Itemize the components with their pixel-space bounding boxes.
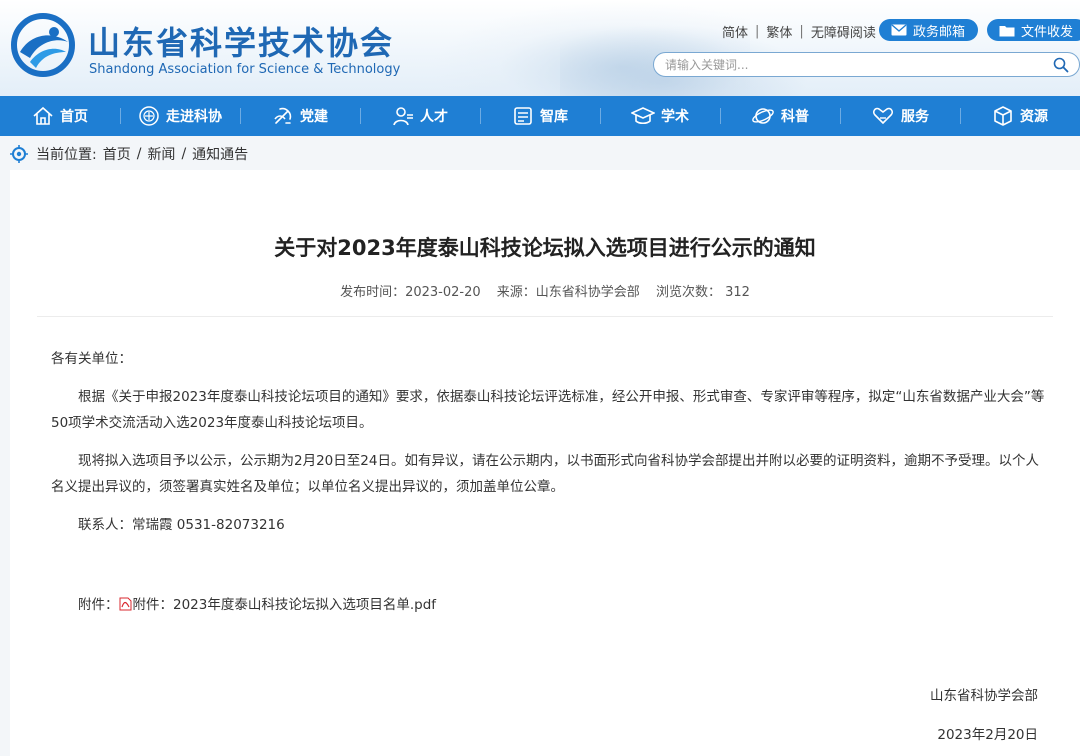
breadcrumb-home[interactable]: 首页 <box>103 144 131 164</box>
article-title: 关于对2023年度泰山科技论坛拟入选项目进行公示的通知 <box>274 236 816 260</box>
breadcrumb-notices[interactable]: 通知通告 <box>192 144 248 164</box>
main-nav: 首页 走进科协 党建 人才 智库 学术 科普 服务 资源 <box>0 96 1080 136</box>
breadcrumb-news[interactable]: 新闻 <box>147 144 175 164</box>
top-links: 简体 | 繁体 | 无障碍阅读 <box>722 22 876 41</box>
attachment-link[interactable]: 附件：2023年度泰山科技论坛拟入选项目名单.pdf <box>133 597 437 613</box>
paragraph: 根据《关于申报2023年度泰山科技论坛项目的通知》要求，依据泰山科技论坛评选标准… <box>51 389 1045 431</box>
nav-label: 学术 <box>661 109 689 125</box>
nav-item-services[interactable]: 服务 <box>840 96 960 136</box>
breadcrumb-separator: / <box>136 146 142 162</box>
nav-label: 科普 <box>781 109 809 125</box>
site-title[interactable]: 山东省科学技术协会 <box>88 18 394 64</box>
cube-icon <box>994 106 1012 126</box>
contact-line: 联系人：常瑞霞 0531-82073216 <box>78 517 285 533</box>
library-icon <box>514 107 532 125</box>
search-icon[interactable] <box>1053 57 1069 73</box>
article-meta: 发布时间：2023-02-20 来源：山东省科协学会部 浏览次数： 312 <box>10 281 1080 300</box>
breadcrumb-prefix: 当前位置: <box>36 147 97 163</box>
gov-mail-button[interactable]: 政务邮箱 <box>879 19 978 41</box>
view-count: 浏览次数： 312 <box>655 285 750 300</box>
search-input[interactable] <box>665 57 1025 72</box>
attachment-line: 附件： 附件：2023年度泰山科技论坛拟入选项目名单.pdf <box>51 592 1051 618</box>
site-subtitle: Shandong Association for Science & Techn… <box>89 62 401 77</box>
site-header: 山东省科学技术协会 Shandong Association for Scien… <box>0 0 1080 96</box>
nav-label: 首页 <box>60 109 88 125</box>
meta-divider <box>37 316 1053 317</box>
nav-item-about[interactable]: 走进科协 <box>120 96 240 136</box>
location-target-icon <box>10 145 28 163</box>
publish-time: 发布时间：2023-02-20 <box>340 285 481 300</box>
nav-item-science-popularization[interactable]: 科普 <box>720 96 840 136</box>
link-separator: | <box>755 24 760 39</box>
nav-label: 智库 <box>540 109 568 125</box>
emblem-icon <box>139 106 159 126</box>
document-exchange-button[interactable]: 文件收发 <box>987 19 1080 41</box>
gov-mail-label: 政务邮箱 <box>913 24 966 40</box>
article-panel: 关于对2023年度泰山科技论坛拟入选项目进行公示的通知 发布时间：2023-02… <box>10 170 1080 756</box>
nav-item-resources[interactable]: 资源 <box>960 96 1080 136</box>
globe-icon <box>752 108 774 124</box>
accessibility-link[interactable]: 无障碍阅读 <box>811 22 876 41</box>
nav-label: 人才 <box>420 109 448 125</box>
simplified-chinese-link[interactable]: 简体 <box>722 22 748 41</box>
person-icon <box>393 107 413 126</box>
nav-item-academic[interactable]: 学术 <box>600 96 720 136</box>
heart-hand-icon <box>872 107 894 125</box>
nav-item-home[interactable]: 首页 <box>0 96 120 136</box>
mail-icon <box>891 24 907 36</box>
article-source: 来源：山东省科协学会部 <box>496 285 640 300</box>
nav-item-party[interactable]: 党建 <box>240 96 360 136</box>
attachment-prefix: 附件： <box>78 597 119 613</box>
signature-date: 2023年2月20日 <box>937 727 1038 743</box>
nav-item-talent[interactable]: 人才 <box>360 96 480 136</box>
party-icon <box>274 107 292 124</box>
graduation-cap-icon <box>631 107 655 125</box>
nav-item-think-tank[interactable]: 智库 <box>480 96 600 136</box>
nav-label: 党建 <box>300 109 328 125</box>
nav-label: 走进科协 <box>166 109 222 125</box>
nav-label: 服务 <box>901 109 929 125</box>
salutation: 各有关单位： <box>51 351 132 367</box>
nav-label: 资源 <box>1020 109 1048 125</box>
search-box <box>653 52 1080 77</box>
traditional-chinese-link[interactable]: 繁体 <box>766 22 792 41</box>
signature-organization: 山东省科协学会部 <box>930 688 1038 704</box>
home-icon <box>33 106 53 125</box>
article-body: 各有关单位： 根据《关于申报2023年度泰山科技论坛项目的通知》要求，依据泰山科… <box>51 346 1051 618</box>
breadcrumb: 当前位置: 首页 / 新闻 / 通知通告 <box>10 143 248 165</box>
link-separator: | <box>799 24 804 39</box>
paragraph: 现将拟入选项目予以公示，公示期为2月20日至24日。如有异议，请在公示期内，以书… <box>51 453 1039 495</box>
logo-icon[interactable] <box>10 12 76 78</box>
document-exchange-label: 文件收发 <box>1021 24 1074 40</box>
breadcrumb-separator: / <box>181 146 187 162</box>
pdf-icon <box>119 597 131 611</box>
folder-icon <box>999 25 1015 36</box>
